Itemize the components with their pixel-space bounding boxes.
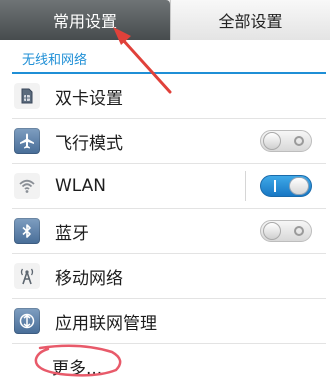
airplane-icon [14, 128, 40, 154]
tab-common-settings[interactable]: 常用设置 [0, 0, 170, 40]
settings-row-dual-sim[interactable]: 双卡设置 [0, 74, 330, 118]
settings-row-label: 蓝牙 [55, 223, 89, 244]
settings-row-label: WLAN [55, 176, 107, 196]
toggle-on-mark [274, 180, 276, 192]
section-title: 无线和网络 [22, 52, 88, 68]
bluetooth-icon [14, 218, 40, 244]
tab-bar: 常用设置 全部设置 [0, 0, 330, 40]
tab-label: 全部设置 [218, 12, 283, 31]
settings-row-bluetooth[interactable]: 蓝牙 [0, 209, 330, 253]
settings-row-app-network-management[interactable]: 应用联网管理 [0, 299, 330, 343]
settings-row-mobile-network[interactable]: 移动网络 [0, 254, 330, 298]
toggle-knob [263, 132, 281, 150]
tab-label: 常用设置 [52, 12, 117, 31]
wifi-icon [14, 173, 40, 199]
toggle-off-mark [294, 136, 304, 146]
sim-card-icon [14, 83, 40, 109]
settings-row-label: 应用联网管理 [55, 313, 157, 334]
more-label: 更多... [52, 358, 103, 378]
section-header-wireless-networks: 无线和网络 [0, 44, 330, 72]
toggle-knob [263, 222, 281, 240]
wlan-toggle[interactable] [260, 175, 312, 197]
settings-row-label: 双卡设置 [55, 88, 123, 109]
settings-row-wlan[interactable]: WLAN [0, 164, 330, 208]
settings-row-airplane-mode[interactable]: 飞行模式 [0, 119, 330, 163]
settings-row-more[interactable]: 更多... [0, 344, 330, 378]
row-vertical-divider [245, 171, 246, 201]
toggle-off-mark [294, 226, 304, 236]
settings-row-label: 移动网络 [55, 268, 123, 289]
toggle-knob [289, 177, 309, 195]
tab-all-settings[interactable]: 全部设置 [170, 0, 330, 40]
airplane-mode-toggle[interactable] [260, 130, 312, 152]
signal-tower-icon [14, 263, 40, 289]
bluetooth-toggle[interactable] [260, 220, 312, 242]
settings-row-label: 飞行模式 [55, 133, 123, 154]
network-app-icon [14, 308, 40, 334]
